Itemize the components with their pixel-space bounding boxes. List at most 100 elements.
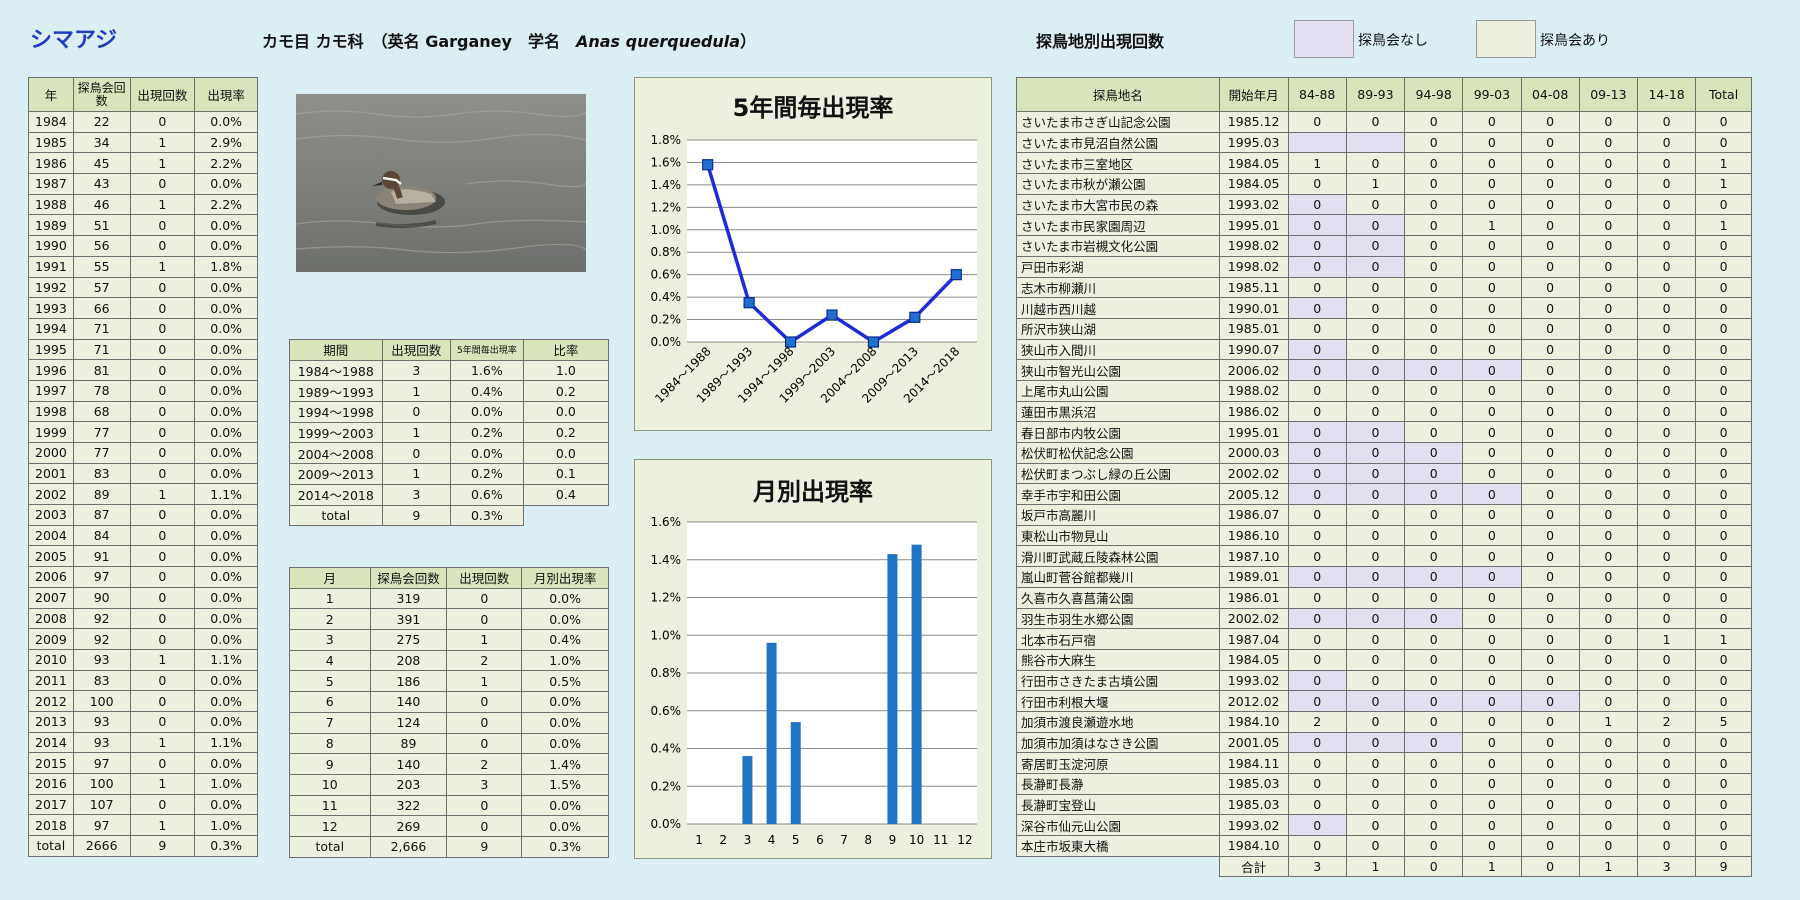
table-cell: 2,666 <box>369 835 448 858</box>
site-count: 0 <box>1636 835 1697 857</box>
table-total-row: total 2,666 9 0.3% <box>289 835 609 858</box>
table-cell: 1996 <box>28 359 74 381</box>
table-cell: 0.0% <box>521 587 609 610</box>
site-count: 0 <box>1636 773 1697 795</box>
table-row: 2001 83 0 0.0% <box>28 462 258 485</box>
site-start: 1993.02 <box>1218 669 1289 692</box>
empty-cell <box>1017 856 1220 877</box>
table-cell: 0 <box>446 794 523 817</box>
site-count: 0 <box>1695 442 1752 464</box>
table-row: 長瀞町長瀞 1985.03 0 0 0 0 0 0 0 0 <box>1016 773 1752 795</box>
site-count: 0 <box>1462 421 1522 443</box>
table-cell: 1999 <box>28 421 74 443</box>
table-cell: 4 <box>289 649 371 672</box>
x-tick-label: 8 <box>864 833 872 847</box>
site-count: 0 <box>1462 504 1522 526</box>
site-count: 0 <box>1636 690 1697 712</box>
site-count: 0 <box>1520 235 1580 257</box>
table-cell: 1 <box>129 814 196 837</box>
table-row: 滑川町武蔵丘陵森林公園 1987.10 0 0 0 0 0 0 0 0 <box>1016 545 1752 568</box>
table-cell: 1 <box>381 421 452 444</box>
table-cell: 1 <box>381 463 452 485</box>
site-table-header: 99-03 <box>1462 77 1522 112</box>
site-count: 0 <box>1462 297 1522 319</box>
table-cell: 0.0% <box>194 752 258 774</box>
y-tick-label: 0.8% <box>651 666 682 680</box>
table-cell: 0.0% <box>194 524 258 547</box>
table-cell: 92 <box>72 607 131 630</box>
table-cell: 0.0% <box>194 276 258 299</box>
table-row: 蓮田市黒浜沼 1986.02 0 0 0 0 0 0 0 0 <box>1016 400 1752 423</box>
site-count: 0 <box>1404 483 1464 506</box>
site-name: さいたま市民家園周辺 <box>1016 214 1220 237</box>
site-count: 0 <box>1287 442 1347 464</box>
table-row: さいたま市民家園周辺 1995.01 0 0 0 1 0 0 0 1 <box>1016 214 1752 237</box>
table-cell: 1986 <box>28 152 74 175</box>
year-table: 年探鳥会回数 出現回数 出現率 1984 22 0 0.0% 1985 34 1 2.9% 1986… <box>28 77 258 857</box>
table-row: 2006 97 0 0.0% <box>28 566 258 588</box>
table-cell: 1984～1988 <box>289 359 383 382</box>
site-count: 0 <box>1520 566 1580 588</box>
table-cell: 51 <box>72 214 131 237</box>
table-row: 2012 100 0 0.0% <box>28 690 258 712</box>
site-count: 0 <box>1520 442 1580 464</box>
site-count: 0 <box>1287 545 1347 568</box>
site-count: 0 <box>1287 690 1347 712</box>
site-count: 0 <box>1287 235 1347 257</box>
site-count: 0 <box>1636 731 1697 754</box>
site-count: 0 <box>1636 504 1697 526</box>
site-count: 0 <box>1636 442 1697 464</box>
site-count: 0 <box>1462 131 1522 154</box>
site-start: 1993.02 <box>1218 193 1289 216</box>
table-row: 東松山市物見山 1986.10 0 0 0 0 0 0 0 0 <box>1016 524 1752 547</box>
y-tick-label: 1.2% <box>651 591 682 605</box>
site-name: さいたま市見沼自然公園 <box>1016 131 1220 154</box>
table-cell: 1 <box>129 193 196 216</box>
table-cell: 22 <box>72 111 131 133</box>
data-point <box>702 159 714 171</box>
site-count: 0 <box>1695 814 1752 837</box>
table-row: 2003 87 0 0.0% <box>28 504 258 526</box>
table-row: 加須市渡良瀬遊水地 1984.10 2 0 0 0 0 1 2 5 <box>1016 710 1752 733</box>
table-cell: 1 <box>446 629 523 651</box>
site-count: 0 <box>1578 359 1638 381</box>
site-name: 北本市石戸宿 <box>1016 628 1220 650</box>
month-chart-panel: 月別出現率 0.0% 0.2% 0.4% 0.6% 0.8% 1.0% 1.2% 1.4% 1.… <box>634 459 992 859</box>
table-cell: 124 <box>369 711 448 734</box>
site-count: 0 <box>1695 317 1752 340</box>
site-count: 0 <box>1287 731 1347 754</box>
table-row: 幸手市宇和田公園 2005.12 0 0 0 0 0 0 0 0 <box>1016 483 1752 506</box>
site-count: 0 <box>1636 483 1697 506</box>
site-count: 0 <box>1462 710 1522 733</box>
site-count: 0 <box>1404 814 1464 837</box>
site-count: 0 <box>1636 752 1697 774</box>
site-count: 0 <box>1462 690 1522 712</box>
table-cell: 2015 <box>28 752 74 774</box>
site-heading: 探鳥地別出現回数 <box>1036 32 1165 51</box>
y-tick-label: 1.6% <box>651 155 682 169</box>
site-count: 0 <box>1695 607 1752 630</box>
site-count: 0 <box>1462 173 1522 195</box>
table-cell: 0.0% <box>194 793 258 816</box>
table-row: 坂戸市高麗川 1986.07 0 0 0 0 0 0 0 0 <box>1016 504 1752 526</box>
site-count: 0 <box>1695 586 1752 609</box>
table-cell: 0.0% <box>194 607 258 630</box>
data-point <box>743 297 755 309</box>
site-start: 1995.01 <box>1218 421 1289 443</box>
site-count: 0 <box>1578 131 1638 154</box>
site-count: 0 <box>1404 731 1464 754</box>
site-count: 0 <box>1345 607 1406 630</box>
site-count: 0 <box>1345 255 1406 278</box>
site-count: 0 <box>1695 255 1752 278</box>
site-count: 0 <box>1462 442 1522 464</box>
table-row: 深谷市仙元山公園 1993.02 0 0 0 0 0 0 0 0 <box>1016 814 1752 837</box>
site-count: 0 <box>1636 338 1697 361</box>
table-row: さいたま市さぎ山記念公園 1985.12 0 0 0 0 0 0 0 0 <box>1016 111 1752 133</box>
site-start: 1988.02 <box>1218 379 1289 402</box>
table-row: 1992 57 0 0.0% <box>28 276 258 299</box>
table-cell: 2004 <box>28 524 74 547</box>
site-count: 0 <box>1636 586 1697 609</box>
site-count: 0 <box>1636 462 1697 485</box>
table-cell: 0 <box>129 710 196 733</box>
site-count: 0 <box>1287 421 1347 443</box>
